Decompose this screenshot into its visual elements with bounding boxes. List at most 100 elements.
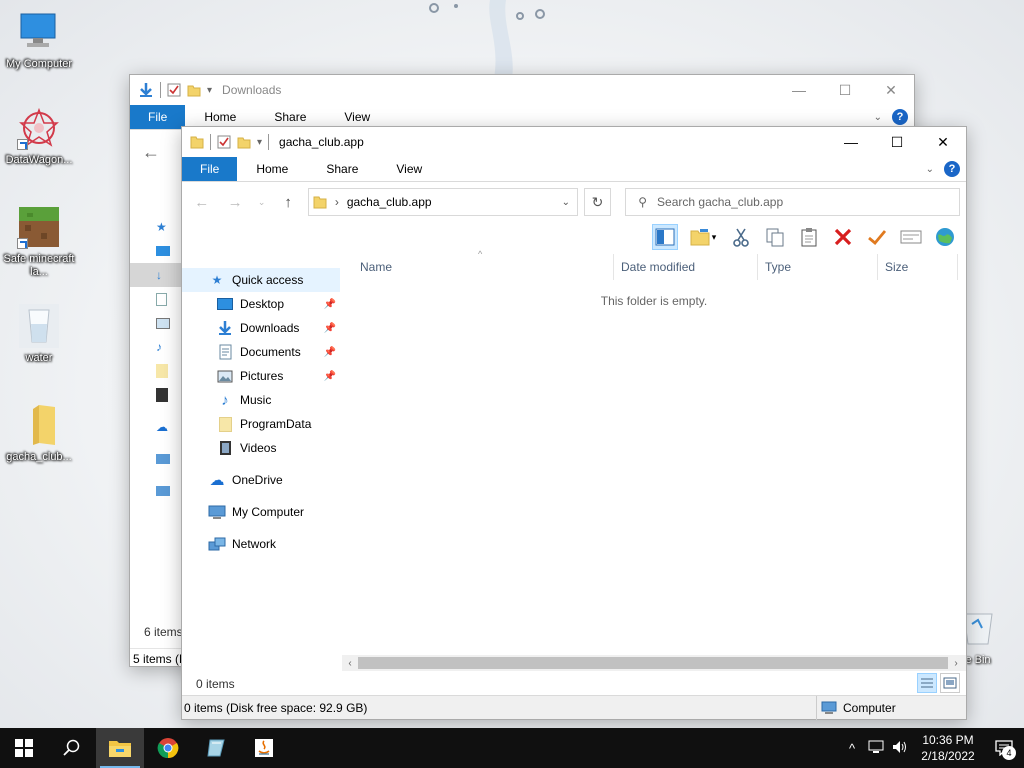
new-folder-dropdown-button[interactable]: ▾ bbox=[686, 224, 720, 250]
desktop-icon-minecraft[interactable]: Safe minecraft la... bbox=[0, 205, 78, 279]
sidebar-item-label: OneDrive bbox=[232, 473, 283, 487]
action-center-button[interactable]: 4 bbox=[984, 728, 1024, 768]
globe-button[interactable] bbox=[932, 224, 958, 250]
tab-home[interactable]: Home bbox=[237, 157, 307, 181]
title-bar[interactable]: ▾ Downloads — ☐ ✕ bbox=[130, 75, 914, 105]
recent-locations-button[interactable]: ⌄ bbox=[255, 188, 269, 216]
file-list[interactable]: ^ Name Date modified Type Size This fold… bbox=[342, 249, 966, 670]
folder-icon bbox=[190, 136, 204, 149]
navigation-pane-button[interactable] bbox=[652, 224, 678, 250]
sidebar-item-downloads[interactable]: Downloads 📌 bbox=[182, 316, 340, 340]
sidebar-item-network[interactable]: Network bbox=[182, 532, 340, 556]
search-button[interactable] bbox=[48, 728, 96, 768]
up-button[interactable]: ↑ bbox=[274, 188, 301, 216]
sidebar-item-programdata[interactable] bbox=[130, 359, 182, 383]
shortcut-arrow-icon bbox=[17, 238, 28, 249]
close-button[interactable]: ✕ bbox=[920, 127, 966, 157]
properties-icon[interactable] bbox=[167, 83, 181, 97]
back-arrow-icon[interactable]: ← bbox=[142, 142, 160, 163]
chevron-down-icon: ▾ bbox=[711, 231, 717, 242]
rename-button[interactable] bbox=[864, 224, 890, 250]
title-bar[interactable]: ▾ gacha_club.app — ☐ ✕ bbox=[182, 127, 966, 157]
copy-button[interactable] bbox=[762, 224, 788, 250]
sidebar-item-my-computer[interactable]: My Computer bbox=[182, 500, 340, 524]
breadcrumb-chevron-icon: › bbox=[334, 195, 339, 209]
clock[interactable]: 10:36 PM 2/18/2022 bbox=[912, 732, 984, 764]
expand-ribbon-icon[interactable]: ⌄ bbox=[874, 112, 882, 123]
minimize-button[interactable]: — bbox=[828, 127, 874, 157]
sidebar-item-music[interactable]: ♪ Music bbox=[182, 388, 340, 412]
help-icon[interactable]: ? bbox=[944, 161, 960, 177]
sidebar-item-music[interactable]: ♪ bbox=[130, 335, 182, 359]
customize-quick-access-icon[interactable]: ▾ bbox=[207, 85, 212, 96]
column-header-name[interactable]: Name bbox=[342, 254, 614, 280]
network-icon[interactable] bbox=[864, 740, 888, 757]
pin-icon: 📌 bbox=[323, 346, 336, 358]
sidebar-item-desktop[interactable] bbox=[130, 239, 182, 263]
star-icon: ★ bbox=[211, 273, 223, 287]
maximize-button[interactable]: ☐ bbox=[874, 127, 920, 157]
large-icons-view-button[interactable] bbox=[940, 673, 960, 693]
start-button[interactable] bbox=[0, 728, 48, 768]
gacha-club-window[interactable]: ▾ gacha_club.app — ☐ ✕ File Home Share V… bbox=[181, 126, 967, 720]
sidebar-item-downloads[interactable]: ↓ bbox=[130, 263, 182, 287]
column-header-size[interactable]: Size bbox=[878, 254, 958, 280]
taskbar-app-glass[interactable] bbox=[192, 728, 240, 768]
tab-share[interactable]: Share bbox=[307, 157, 377, 181]
horizontal-scrollbar[interactable]: ‹ › bbox=[342, 655, 966, 671]
sidebar-item-network[interactable] bbox=[130, 479, 182, 503]
close-button[interactable]: ✕ bbox=[868, 75, 914, 105]
sidebar-item-desktop[interactable]: Desktop 📌 bbox=[182, 292, 340, 316]
tab-file[interactable]: File bbox=[130, 105, 186, 129]
sidebar-item-quick-access[interactable]: ★ bbox=[130, 215, 182, 239]
paste-button[interactable] bbox=[796, 224, 822, 250]
scroll-left-icon[interactable]: ‹ bbox=[342, 658, 358, 669]
new-folder-icon[interactable] bbox=[237, 135, 251, 149]
pin-icon: 📌 bbox=[323, 298, 336, 310]
sidebar-item-onedrive[interactable]: ☁ bbox=[130, 415, 182, 439]
scrollbar-thumb[interactable] bbox=[358, 657, 948, 669]
column-header-type[interactable]: Type bbox=[758, 254, 878, 280]
sidebar-item-programdata[interactable]: ProgramData bbox=[182, 412, 340, 436]
desktop-icon-datawagon[interactable]: DataWagon... bbox=[0, 106, 78, 167]
sidebar-item-onedrive[interactable]: ☁ OneDrive bbox=[182, 468, 340, 492]
desktop-icon-water[interactable]: water bbox=[0, 304, 78, 365]
sidebar-item-computer[interactable] bbox=[130, 447, 182, 471]
cut-button[interactable] bbox=[728, 224, 754, 250]
delete-button[interactable] bbox=[830, 224, 856, 250]
help-icon[interactable]: ? bbox=[892, 109, 908, 125]
properties-button[interactable] bbox=[898, 224, 924, 250]
refresh-button[interactable]: ↻ bbox=[583, 188, 612, 216]
taskbar-java[interactable] bbox=[240, 728, 288, 768]
expand-ribbon-icon[interactable]: ⌄ bbox=[926, 164, 934, 175]
details-view-button[interactable] bbox=[917, 673, 937, 693]
minimize-button[interactable]: — bbox=[776, 75, 822, 105]
properties-icon[interactable] bbox=[217, 135, 231, 149]
taskbar-chrome[interactable] bbox=[144, 728, 192, 768]
column-header-date-modified[interactable]: Date modified bbox=[614, 254, 758, 280]
address-bar[interactable]: › gacha_club.app ⌄ bbox=[307, 188, 578, 216]
sidebar-item-documents[interactable] bbox=[130, 287, 182, 311]
search-input[interactable]: ⚲ Search gacha_club.app bbox=[625, 188, 960, 216]
back-button[interactable]: ← bbox=[188, 188, 215, 216]
desktop-icon-my-computer[interactable]: My Computer bbox=[0, 10, 78, 71]
taskbar-file-explorer[interactable] bbox=[96, 728, 144, 768]
sidebar-item-videos[interactable]: Videos bbox=[182, 436, 340, 460]
forward-button[interactable]: → bbox=[221, 188, 248, 216]
sidebar-item-videos[interactable] bbox=[130, 383, 182, 407]
sidebar-item-documents[interactable]: Documents 📌 bbox=[182, 340, 340, 364]
show-hidden-icons-icon[interactable]: ^ bbox=[840, 741, 864, 756]
scroll-right-icon[interactable]: › bbox=[948, 658, 964, 669]
new-folder-icon[interactable] bbox=[187, 83, 201, 97]
tab-file[interactable]: File bbox=[182, 157, 238, 181]
sidebar-item-pictures[interactable]: Pictures 📌 bbox=[182, 364, 340, 388]
volume-icon[interactable] bbox=[888, 740, 912, 757]
sidebar-item-pictures[interactable] bbox=[130, 311, 182, 335]
chevron-down-icon[interactable]: ⌄ bbox=[555, 197, 577, 208]
maximize-button[interactable]: ☐ bbox=[822, 75, 868, 105]
customize-quick-access-icon[interactable]: ▾ bbox=[257, 137, 262, 148]
tab-view[interactable]: View bbox=[377, 157, 441, 181]
desktop-icon-gacha-club[interactable]: gacha_club... bbox=[0, 403, 78, 464]
breadcrumb[interactable]: gacha_club.app bbox=[347, 195, 432, 209]
sidebar-item-quick-access[interactable]: ★ Quick access bbox=[182, 268, 340, 292]
